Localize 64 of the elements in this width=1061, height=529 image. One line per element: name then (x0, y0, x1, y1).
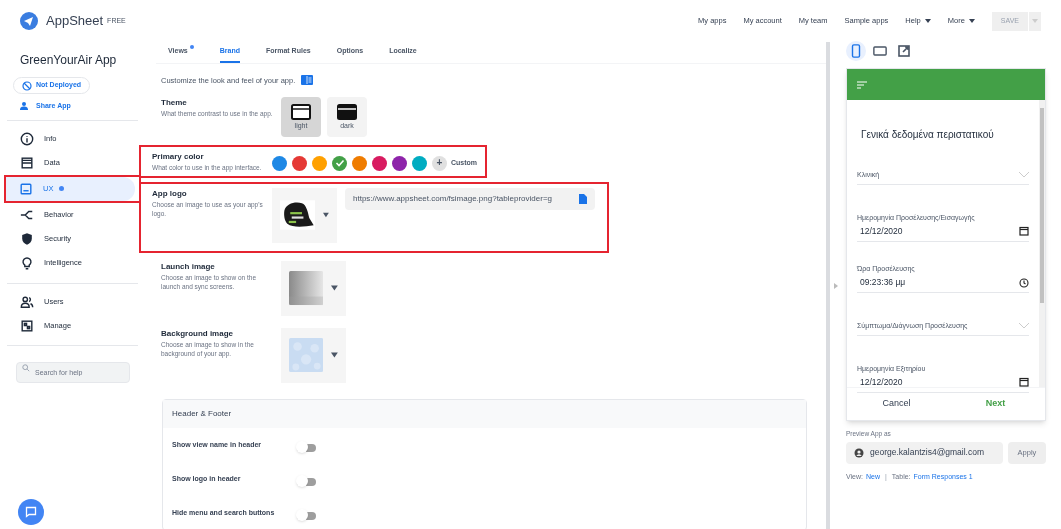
color-swatch-selected[interactable] (332, 155, 347, 171)
image-picker[interactable] (272, 187, 337, 243)
calendar-icon (1019, 377, 1029, 388)
calendar-icon (1019, 226, 1029, 237)
screen-icon (19, 181, 33, 196)
chevron-down-icon (1019, 172, 1029, 179)
caret-icon (1032, 19, 1038, 23)
check-icon (334, 158, 345, 169)
device-toggle[interactable] (846, 41, 866, 61)
users-icon (20, 101, 30, 112)
expand-arrow-icon (834, 282, 838, 289)
caret-icon (968, 19, 975, 23)
file-icon (579, 193, 587, 204)
caret-icon (924, 19, 931, 23)
users-icon (20, 294, 34, 309)
color-swatch[interactable] (272, 155, 287, 171)
account-icon (854, 447, 864, 458)
open-external-icon (898, 45, 910, 57)
menu-icon (857, 80, 867, 89)
chevron-down-icon (1019, 323, 1029, 330)
user-field[interactable]: george.kalantzis4@gmail.com (846, 441, 1003, 464)
color-swatch[interactable] (372, 155, 387, 171)
date-field[interactable]: 12/12/2020 (857, 376, 1029, 393)
lightbulb-icon (20, 255, 34, 270)
info-icon (20, 131, 34, 146)
color-swatch[interactable] (412, 155, 427, 171)
shield-icon (20, 231, 34, 246)
tablet-icon (873, 45, 887, 57)
window-dark-icon (337, 103, 357, 120)
toggle-switch[interactable] (297, 477, 316, 486)
section-title: Primary color (152, 150, 205, 163)
caret-icon (331, 285, 338, 292)
color-swatch[interactable] (392, 155, 407, 171)
color-swatch[interactable] (292, 155, 307, 171)
window-icon (291, 103, 311, 120)
chat-icon (25, 506, 37, 518)
toggle-switch[interactable] (297, 443, 316, 452)
chat-button[interactable] (18, 499, 44, 525)
section-title: App logo (152, 187, 188, 200)
table-icon (20, 155, 34, 170)
grid-icon (20, 318, 34, 333)
caret-icon (323, 212, 329, 219)
blocked-icon (22, 80, 32, 91)
color-swatch[interactable] (312, 155, 327, 171)
phone-icon (850, 44, 862, 58)
section-title: Theme (161, 96, 188, 109)
book-icon (301, 75, 314, 86)
brand-name: AppSheet (46, 12, 104, 31)
cancel-button[interactable]: Cancel (847, 397, 946, 411)
color-swatch[interactable] (352, 155, 367, 171)
caret-icon (331, 352, 338, 359)
search-icon (22, 364, 30, 372)
section-title: Launch image (161, 260, 216, 273)
date-field[interactable]: 12/12/2020 (857, 225, 1029, 242)
card-title: Header & Footer (163, 399, 806, 428)
form-title: Γενικά δεδομένα περιστατικού (860, 128, 995, 142)
time-field[interactable]: 09:23:36 μμ (857, 276, 1029, 293)
paper-plane-logo-icon (20, 12, 38, 30)
section-title: Background image (161, 327, 234, 340)
app-name: GreenYourAir App (20, 52, 118, 69)
toggle-switch[interactable] (297, 511, 316, 520)
plus-icon: + (432, 155, 447, 171)
url-field[interactable]: https://www.appsheet.com/fsimage.png?tableprovider=g (345, 187, 595, 210)
clock-icon (1019, 277, 1029, 288)
